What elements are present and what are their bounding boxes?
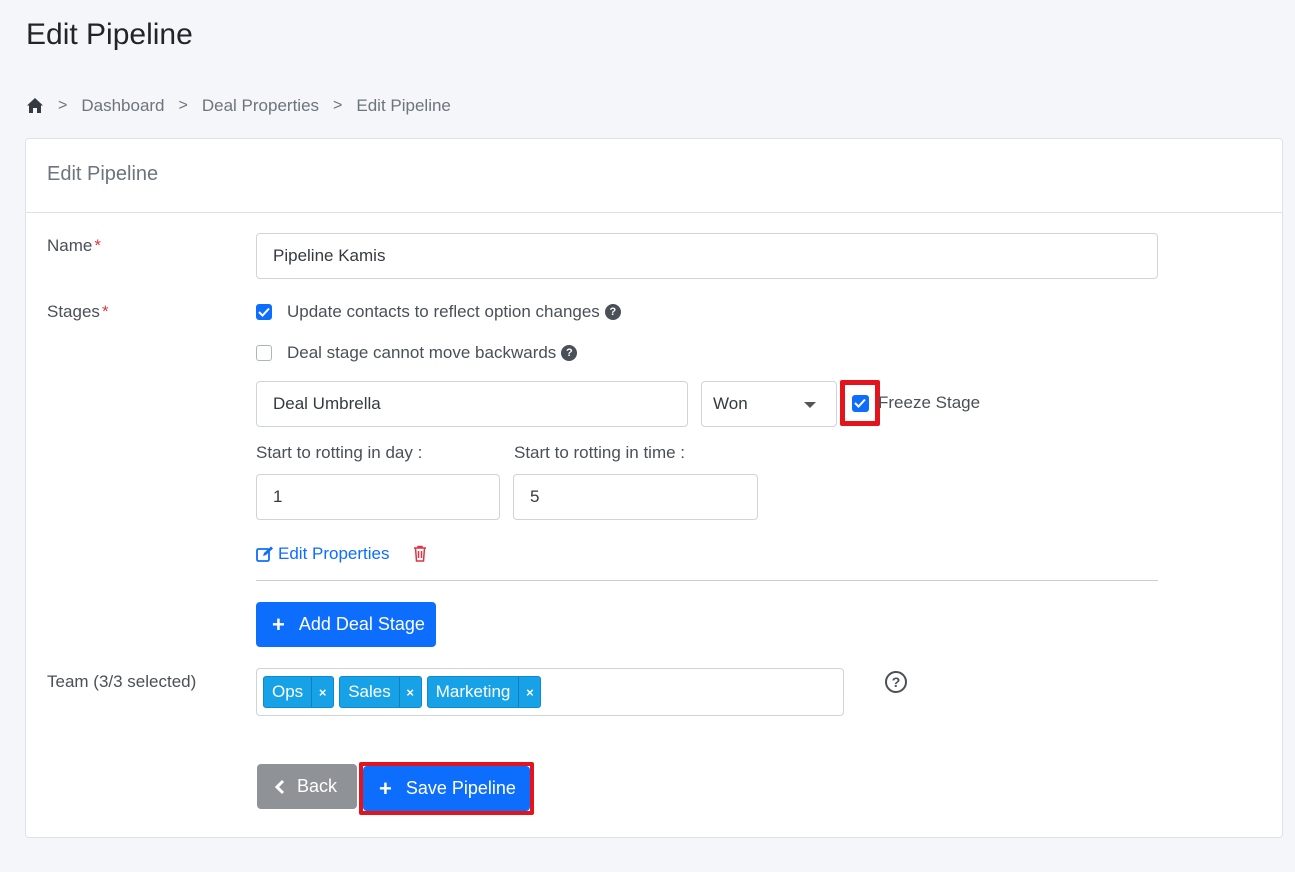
- edit-pipeline-card: Edit Pipeline Name * Pipeline Kamis Stage…: [25, 138, 1283, 838]
- stage-status-value: Won: [713, 394, 748, 413]
- no-backwards-label: Deal stage cannot move backwards: [287, 343, 557, 362]
- page-title: Edit Pipeline: [26, 18, 193, 51]
- question-circle-icon[interactable]: ?: [561, 345, 578, 361]
- stage-divider: [256, 580, 1158, 581]
- team-multiselect[interactable]: Ops × Sales × Marketing ×: [256, 668, 844, 716]
- edit-icon: [256, 546, 274, 563]
- caret-down-icon: [804, 402, 816, 408]
- breadcrumb: > Dashboard > Deal Properties > Edit Pip…: [26, 96, 451, 116]
- update-contacts-checkbox[interactable]: [256, 304, 272, 320]
- breadcrumb-deal-properties[interactable]: Deal Properties: [202, 96, 319, 116]
- freeze-stage-highlight: [840, 380, 880, 426]
- breadcrumb-edit-pipeline: Edit Pipeline: [356, 96, 451, 115]
- required-mark: *: [101, 302, 109, 321]
- plus-icon: +: [379, 775, 392, 801]
- team-label: Team (3/3 selected): [47, 672, 197, 691]
- team-tag-ops: Ops ×: [263, 676, 335, 708]
- remove-tag-icon[interactable]: ×: [311, 677, 333, 707]
- no-backwards-checkbox[interactable]: [256, 345, 272, 361]
- rot-time-value: 5: [530, 487, 540, 506]
- rot-time-input[interactable]: 5: [513, 474, 758, 520]
- add-deal-stage-label: Add Deal Stage: [298, 614, 425, 634]
- name-input-value: Pipeline Kamis: [273, 246, 386, 265]
- stage-name-value: Deal Umbrella: [273, 394, 381, 413]
- freeze-stage-checkbox[interactable]: [851, 394, 869, 412]
- remove-tag-icon[interactable]: ×: [398, 677, 421, 707]
- update-contacts-option: Update contacts to reflect option change…: [256, 302, 621, 322]
- add-deal-stage-button[interactable]: + Add Deal Stage: [256, 602, 436, 647]
- chevron-left-icon: [275, 779, 285, 795]
- rot-day-label: Start to rotting in day :: [256, 443, 423, 462]
- save-pipeline-label: Save Pipeline: [405, 778, 516, 798]
- edit-properties-link[interactable]: Edit Properties: [256, 544, 390, 564]
- no-backwards-option: Deal stage cannot move backwards ?: [256, 343, 578, 363]
- home-icon[interactable]: [26, 97, 44, 115]
- freeze-stage-label: Freeze Stage: [878, 393, 981, 412]
- stages-label: Stages *: [47, 302, 109, 321]
- plus-icon: +: [272, 611, 285, 637]
- required-mark: *: [94, 236, 101, 255]
- chevron-right-icon: >: [58, 97, 68, 114]
- card-header: Edit Pipeline: [26, 139, 1282, 213]
- question-circle-icon[interactable]: ?: [885, 671, 907, 693]
- update-contacts-label: Update contacts to reflect option change…: [287, 302, 600, 321]
- chevron-right-icon: >: [178, 97, 188, 114]
- breadcrumb-dashboard[interactable]: Dashboard: [81, 96, 164, 116]
- rot-time-label: Start to rotting in time :: [514, 443, 686, 462]
- team-tag-marketing: Marketing ×: [426, 676, 542, 708]
- back-label: Back: [297, 776, 338, 796]
- stage-name-input[interactable]: Deal Umbrella: [256, 381, 688, 427]
- trash-icon[interactable]: [413, 545, 427, 567]
- name-label: Name *: [47, 236, 101, 255]
- back-button[interactable]: Back: [257, 764, 357, 809]
- team-tag-sales: Sales ×: [339, 676, 422, 708]
- stage-status-select[interactable]: Won: [701, 381, 837, 427]
- remove-tag-icon[interactable]: ×: [518, 677, 540, 707]
- name-input[interactable]: Pipeline Kamis: [256, 233, 1158, 279]
- rot-day-value: 1: [273, 487, 283, 506]
- edit-properties-label: Edit Properties: [278, 544, 390, 563]
- rot-day-input[interactable]: 1: [256, 474, 500, 520]
- save-pipeline-button[interactable]: + Save Pipeline: [363, 766, 530, 811]
- chevron-right-icon: >: [333, 97, 343, 114]
- question-circle-icon[interactable]: ?: [604, 304, 621, 320]
